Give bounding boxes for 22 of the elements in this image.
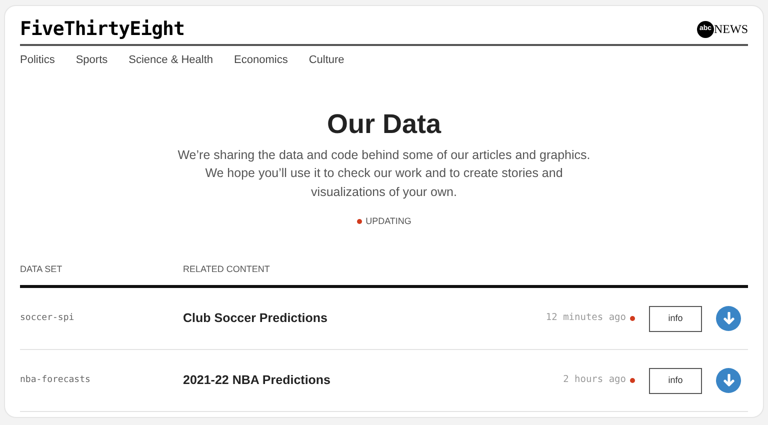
updated-time: 12 minutes ago: [546, 311, 626, 326]
site-logo[interactable]: FiveThirtyEight: [20, 20, 184, 39]
column-header: DATA SET: [20, 262, 64, 276]
nav-link[interactable]: Economics: [234, 52, 288, 68]
nav-link[interactable]: Politics: [20, 52, 55, 68]
nav-link[interactable]: Culture: [308, 52, 344, 68]
updated-time: 2 hours ago: [563, 373, 626, 388]
download-icon[interactable]: [716, 368, 741, 393]
content-link[interactable]: Club Soccer Predictions: [183, 309, 328, 328]
partner-logo-text: NEWS: [714, 21, 748, 38]
page-title: Our Data: [326, 110, 442, 138]
column-header: RELATED CONTENT: [183, 262, 270, 276]
info-button[interactable]: info: [649, 368, 702, 394]
nav-link[interactable]: Science & Health: [128, 52, 214, 68]
content-link[interactable]: 2021-22 NBA Predictions: [183, 371, 331, 390]
legend-label: UPDATING: [366, 215, 412, 228]
intro-paragraph: We’re sharing the data and code behind some of our articles and graphics. We hope you’ll use it to check our work and to create stories and visualizations of your own.: [178, 146, 590, 201]
dataset-name: soccer-spi: [20, 312, 76, 325]
info-button[interactable]: info: [649, 306, 702, 332]
download-icon[interactable]: [716, 306, 741, 331]
dataset-name: nba-forecasts: [20, 374, 92, 387]
nav-link[interactable]: Sports: [76, 52, 108, 68]
